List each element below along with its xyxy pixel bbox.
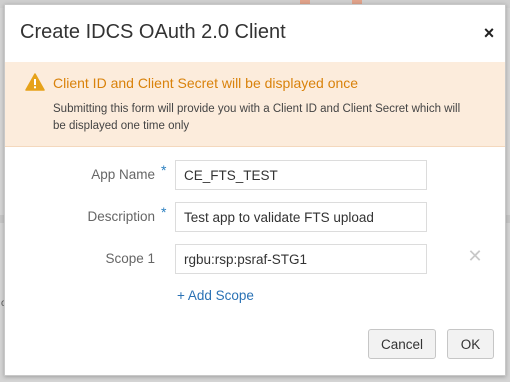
required-marker: * [161,162,167,178]
app-name-label: App Name [91,167,155,182]
scope-1-label: Scope 1 [105,251,155,266]
cancel-button[interactable]: Cancel [368,329,436,359]
dialog-header: Create IDCS OAuth 2.0 Client × [5,5,505,63]
create-oauth-client-dialog: Create IDCS OAuth 2.0 Client × Client ID… [4,4,506,376]
warning-banner: Client ID and Client Secret will be disp… [5,62,505,147]
warning-title: Client ID and Client Secret will be disp… [53,75,359,91]
warning-body: Submitting this form will provide you wi… [53,103,461,132]
warning-triangle-icon [25,73,45,91]
scope-1-input[interactable] [175,244,427,274]
required-marker: * [161,204,167,220]
dialog-title: Create IDCS OAuth 2.0 Client [20,21,286,43]
description-label: Description [87,209,155,224]
remove-scope-icon[interactable]: ✕ [467,247,483,265]
close-icon[interactable]: × [479,23,499,43]
app-name-input[interactable] [175,160,427,190]
ok-button[interactable]: OK [447,329,494,359]
add-scope-link[interactable]: + Add Scope [177,288,254,303]
description-input[interactable] [175,202,427,232]
